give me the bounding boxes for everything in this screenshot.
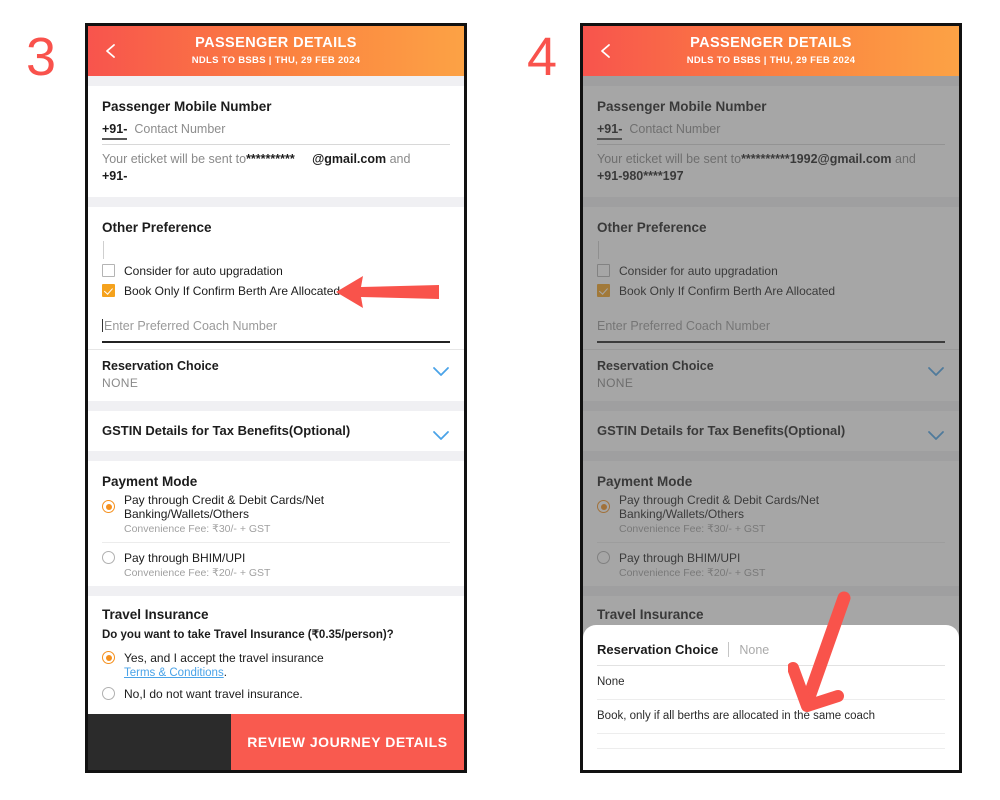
preference-section-title: Other Preference: [102, 219, 212, 235]
eticket-note: Your eticket will be sent to********** @…: [102, 145, 450, 197]
sheet-current-value: None: [739, 643, 770, 657]
insurance-no-label: No,I do not want travel insurance.: [124, 686, 303, 701]
divider: [102, 541, 450, 543]
eticket-masked-phone: +91-: [102, 168, 128, 183]
section-gap: [88, 76, 464, 86]
preference-stub-line: [103, 240, 450, 259]
list-item[interactable]: Book, only if all berths are allocated i…: [597, 700, 945, 734]
page-title: PASSENGER DETAILS: [195, 35, 357, 52]
journey-subtitle: NDLS TO BSBS | THU, 29 FEB 2024: [686, 54, 856, 66]
step-number-4: 4: [527, 27, 558, 87]
footer-left-spacer: [88, 714, 231, 770]
insurance-section-title: Travel Insurance: [102, 606, 209, 622]
auto-upgrade-label: Consider for auto upgradation: [124, 263, 283, 278]
phone-screen-step3: PASSENGER DETAILS NDLS TO BSBS | THU, 29…: [85, 23, 467, 773]
reservation-choice-bottom-sheet: Reservation Choice None None Book, only …: [583, 625, 959, 770]
coach-number-placeholder: Enter Preferred Coach Number: [104, 318, 277, 333]
section-gap: [88, 450, 464, 461]
payment-upi-fee: Convenience Fee: ₹20/- + GST: [124, 566, 271, 579]
reservation-choice-label: Reservation Choice: [102, 358, 219, 373]
payment-option-upi[interactable]: Pay through BHIM/UPI: [102, 547, 450, 565]
review-journey-details-button[interactable]: REVIEW JOURNEY DETAILS: [230, 714, 464, 770]
app-screen: PASSENGER DETAILS NDLS TO BSBS | THU, 29…: [88, 26, 464, 770]
eticket-masked-email: **********: [246, 152, 295, 166]
left-arrow-annotation: [333, 268, 443, 321]
text-caret: [102, 318, 103, 332]
insurance-no-radio-icon[interactable]: [102, 687, 115, 701]
payment-cards-label: Pay through Credit & Debit Cards/Net Ban…: [124, 492, 325, 521]
reservation-choice-row[interactable]: Reservation Choice NONE: [102, 350, 450, 401]
contact-number-input[interactable]: Contact Number: [134, 122, 225, 136]
payment-cards-radio-icon[interactable]: [102, 500, 115, 514]
payment-section-title: Payment Mode: [102, 473, 198, 489]
mobile-input-row[interactable]: +91- Contact Number: [102, 116, 450, 145]
payment-mode-card: Payment Mode Pay through Credit & Debit …: [88, 460, 464, 579]
eticket-prefix: Your eticket will be sent to: [102, 152, 247, 166]
country-code-label: +91-: [102, 122, 128, 140]
insurance-question: Do you want to take Travel Insurance (₹0…: [102, 628, 394, 641]
insurance-option-no[interactable]: No,I do not want travel insurance.: [102, 683, 450, 701]
phone-screen-step4: PASSENGER DETAILS NDLS TO BSBS | THU, 29…: [580, 23, 962, 773]
app-screen: PASSENGER DETAILS NDLS TO BSBS | THU, 29…: [583, 26, 959, 770]
journey-subtitle: NDLS TO BSBS | THU, 29 FEB 2024: [191, 54, 361, 66]
payment-option-cards[interactable]: Pay through Credit & Debit Cards/Net Ban…: [102, 489, 450, 521]
back-chevron-icon[interactable]: [102, 42, 120, 60]
footer-bar: REVIEW JOURNEY DETAILS: [88, 714, 464, 770]
chevron-down-icon[interactable]: [432, 364, 450, 376]
auto-upgrade-checkbox-icon[interactable]: [102, 264, 115, 278]
gstin-card[interactable]: GSTIN Details for Tax Benefits(Optional): [88, 410, 464, 451]
gstin-label: GSTIN Details for Tax Benefits(Optional): [102, 423, 351, 439]
mobile-number-card: Passenger Mobile Number +91- Contact Num…: [88, 86, 464, 197]
chevron-down-icon[interactable]: [432, 428, 450, 440]
eticket-and: and: [386, 152, 411, 166]
list-item[interactable]: None: [597, 666, 945, 700]
back-chevron-icon[interactable]: [597, 42, 615, 60]
list-item[interactable]: [597, 734, 945, 749]
screenshot-stage: 3 PASSENGER DETAILS NDLS TO BSBS | THU, …: [0, 0, 1000, 800]
confirm-berth-label: Book Only If Confirm Berth Are Allocated: [124, 283, 341, 298]
insurance-yes-radio-icon[interactable]: [102, 651, 115, 665]
payment-upi-label: Pay through BHIM/UPI: [124, 550, 246, 565]
section-gap: [88, 585, 464, 596]
payment-upi-radio-icon[interactable]: [102, 551, 115, 565]
terms-link[interactable]: Terms & Conditions: [124, 667, 224, 679]
insurance-yes-label: Yes, and I accept the travel insurance: [124, 650, 324, 665]
reservation-choice-card[interactable]: Reservation Choice NONE: [88, 348, 464, 401]
insurance-option-yes[interactable]: Yes, and I accept the travel insurance: [102, 647, 450, 665]
mobile-section-title: Passenger Mobile Number: [102, 99, 272, 114]
sheet-header: Reservation Choice None: [597, 625, 945, 666]
section-gap: [88, 196, 464, 207]
terms-period: .: [223, 666, 227, 679]
travel-insurance-card: Travel Insurance Do you want to take Tra…: [88, 595, 464, 701]
sheet-title: Reservation Choice: [597, 642, 730, 657]
gstin-row[interactable]: GSTIN Details for Tax Benefits(Optional): [102, 411, 450, 451]
step-number-3: 3: [26, 27, 57, 87]
terms-and-conditions-row[interactable]: Terms & Conditions.: [124, 667, 450, 679]
eticket-domain: @gmail.com: [312, 152, 387, 166]
down-arrow-annotation: [787, 588, 858, 728]
reservation-choice-value: NONE: [102, 375, 139, 390]
section-gap: [88, 400, 464, 411]
payment-cards-fee: Convenience Fee: ₹30/- + GST: [124, 522, 271, 535]
page-title: PASSENGER DETAILS: [690, 35, 852, 52]
app-header: PASSENGER DETAILS NDLS TO BSBS | THU, 29…: [583, 26, 959, 76]
app-header: PASSENGER DETAILS NDLS TO BSBS | THU, 29…: [88, 26, 464, 76]
confirm-berth-checkbox-icon[interactable]: [102, 284, 115, 298]
